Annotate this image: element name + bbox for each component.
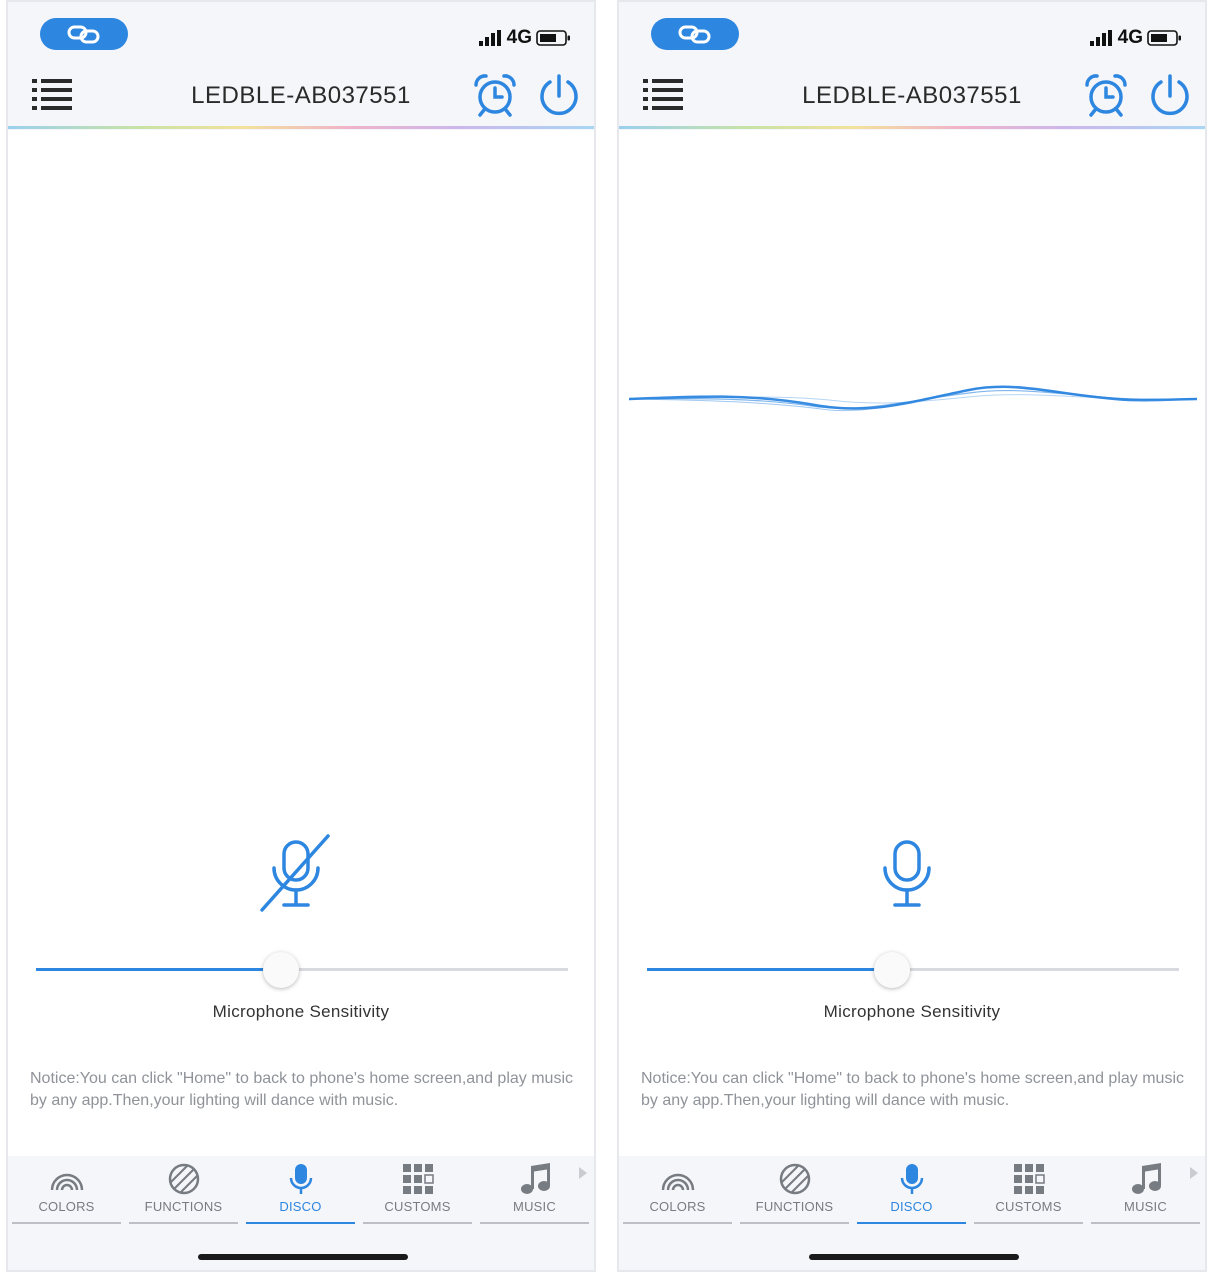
tab-underline xyxy=(1091,1222,1200,1224)
tab-underline xyxy=(246,1222,355,1224)
power-icon[interactable] xyxy=(536,72,582,118)
microphone-icon xyxy=(900,1164,923,1194)
rainbow-icon xyxy=(50,1173,83,1191)
tab-functions[interactable]: FUNCTIONS xyxy=(736,1162,853,1224)
connection-link-icon[interactable] xyxy=(651,18,739,50)
notice-text: Notice:You can click "Home" to back to p… xyxy=(30,1070,573,1109)
scroll-right-arrow-icon[interactable] xyxy=(1189,1166,1199,1180)
bottom-tab-bar: COLORS FUNCTIONS DISCO CUSTOMS MUSIC xyxy=(619,1156,1205,1270)
scroll-right-arrow-icon[interactable] xyxy=(578,1166,588,1180)
tab-functions[interactable]: FUNCTIONS xyxy=(125,1162,242,1224)
status-indicators: 4G xyxy=(478,26,572,50)
music-note-icon xyxy=(520,1163,550,1194)
home-indicator[interactable] xyxy=(809,1254,1019,1260)
music-note-icon xyxy=(1131,1163,1161,1194)
tab-underline xyxy=(974,1222,1083,1224)
signal-icon xyxy=(1089,30,1112,46)
slider-thumb[interactable] xyxy=(873,952,910,988)
grid-icon xyxy=(1013,1164,1045,1194)
slider-fill xyxy=(36,968,281,971)
striped-circle-icon xyxy=(779,1163,810,1195)
tab-label: DISCO xyxy=(279,1199,322,1214)
slider-fill xyxy=(647,968,892,971)
tab-label: CUSTOMS xyxy=(995,1199,1062,1214)
home-indicator[interactable] xyxy=(198,1254,408,1260)
phone-screen-right: 4G LEDBLE-AB037551 Microphone Sensitivit… xyxy=(617,0,1207,1272)
alarm-clock-icon[interactable] xyxy=(1081,72,1131,118)
tab-underline xyxy=(129,1222,238,1224)
tab-music[interactable]: MUSIC xyxy=(476,1162,593,1224)
tab-customs[interactable]: CUSTOMS xyxy=(970,1162,1087,1224)
tab-underline xyxy=(740,1222,849,1224)
connection-link-icon[interactable] xyxy=(40,18,128,50)
alarm-clock-icon[interactable] xyxy=(470,72,520,118)
color-strip xyxy=(8,126,594,129)
status-indicators: 4G xyxy=(1089,26,1183,50)
tab-label: MUSIC xyxy=(1124,1199,1167,1214)
tab-customs[interactable]: CUSTOMS xyxy=(359,1162,476,1224)
slider-label: Microphone Sensitivity xyxy=(212,1002,390,1021)
tab-label: FUNCTIONS xyxy=(144,1199,223,1214)
network-type: 4G xyxy=(1117,27,1143,48)
tab-colors[interactable]: COLORS xyxy=(619,1162,736,1224)
bottom-tab-bar: COLORS FUNCTIONS DISCO CUSTOMS MUSIC xyxy=(8,1156,594,1270)
grid-icon xyxy=(402,1164,434,1194)
slider-thumb[interactable] xyxy=(262,952,299,988)
microphone-icon[interactable] xyxy=(869,834,945,914)
signal-icon xyxy=(478,30,501,46)
sensitivity-slider[interactable] xyxy=(36,952,568,988)
tab-label: MUSIC xyxy=(513,1199,556,1214)
power-icon[interactable] xyxy=(1147,72,1193,118)
phone-screen-left: 4G LEDBLE-AB037551 Microphone Sensitivit… xyxy=(6,0,596,1272)
top-bar: 4G LEDBLE-AB037551 xyxy=(8,2,594,130)
color-strip xyxy=(619,126,1205,129)
rainbow-icon xyxy=(661,1173,694,1191)
tab-label: COLORS xyxy=(649,1199,706,1214)
network-type: 4G xyxy=(506,27,532,48)
tab-disco[interactable]: DISCO xyxy=(242,1162,359,1224)
tab-underline xyxy=(12,1222,121,1224)
tab-underline xyxy=(623,1222,732,1224)
tab-underline xyxy=(857,1222,966,1224)
top-bar: 4G LEDBLE-AB037551 xyxy=(619,2,1205,130)
tab-music[interactable]: MUSIC xyxy=(1087,1162,1204,1224)
battery-icon xyxy=(1147,30,1181,46)
tab-label: FUNCTIONS xyxy=(755,1199,834,1214)
tab-label: COLORS xyxy=(38,1199,95,1214)
tab-disco[interactable]: DISCO xyxy=(853,1162,970,1224)
tab-underline xyxy=(363,1222,472,1224)
tab-label: CUSTOMS xyxy=(384,1199,451,1214)
audio-waveform xyxy=(629,385,1197,412)
battery-icon xyxy=(536,30,570,46)
microphone-icon xyxy=(289,1164,312,1194)
microphone-muted-icon[interactable] xyxy=(258,834,334,914)
sensitivity-slider[interactable] xyxy=(647,952,1179,988)
striped-circle-icon xyxy=(168,1163,199,1195)
notice-text: Notice:You can click "Home" to back to p… xyxy=(641,1070,1184,1109)
tab-label: DISCO xyxy=(890,1199,933,1214)
slider-label: Microphone Sensitivity xyxy=(823,1002,1001,1021)
tab-underline xyxy=(480,1222,589,1224)
tab-colors[interactable]: COLORS xyxy=(8,1162,125,1224)
